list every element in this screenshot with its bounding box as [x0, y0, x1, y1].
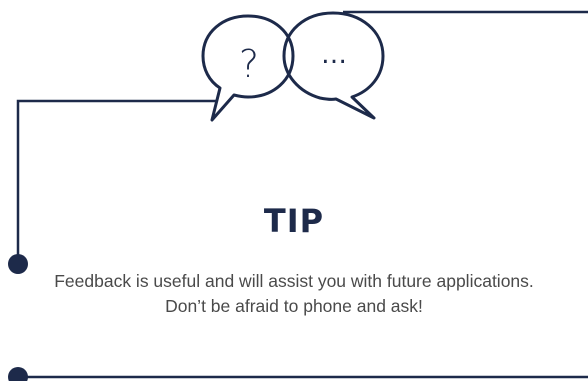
frame-left-dot	[8, 254, 28, 274]
frame-bottom-dot	[8, 367, 28, 381]
ellipsis-bubble-icon: …	[282, 11, 385, 120]
ellipsis-glyph: …	[321, 40, 347, 70]
tip-heading: TIP	[263, 202, 325, 240]
tip-body-text: Feedback is useful and will assist you w…	[54, 271, 534, 316]
tip-frame: ? …	[8, 10, 588, 381]
question-bubble-icon: ?	[201, 14, 295, 122]
question-mark-glyph: ?	[239, 42, 259, 86]
